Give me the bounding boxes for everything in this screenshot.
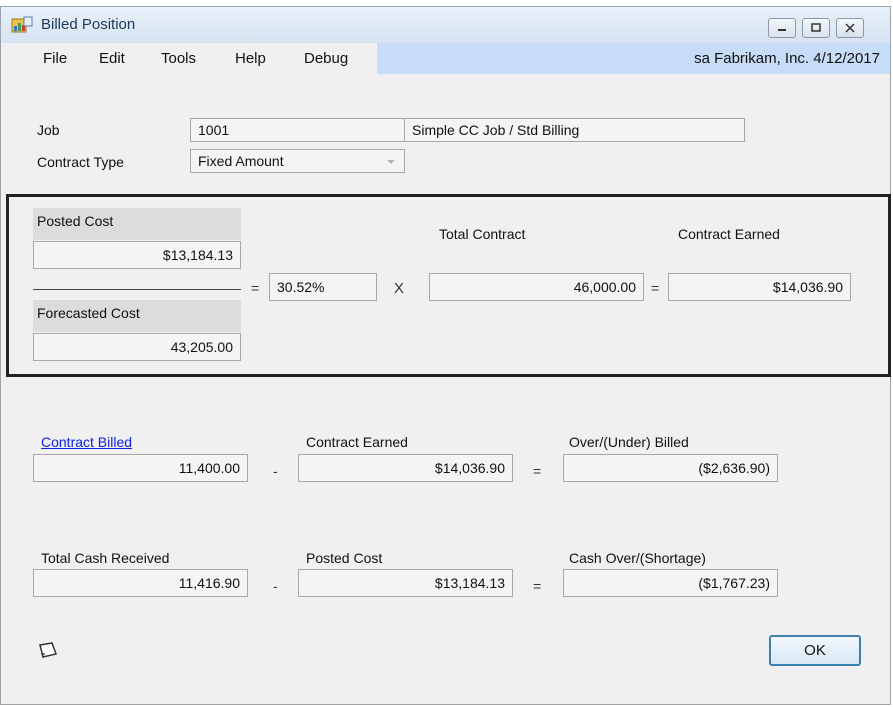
- division-line: [33, 289, 241, 290]
- over-under-billed-field: ($2,636.90): [563, 454, 778, 482]
- minimize-button[interactable]: [768, 18, 796, 38]
- menu-file[interactable]: File: [43, 50, 67, 67]
- forecasted-cost-label: Forecasted Cost: [37, 305, 140, 321]
- posted-cost-label: Posted Cost: [37, 213, 114, 229]
- total-contract-field: 46,000.00: [429, 273, 644, 301]
- total-cash-received-label: Total Cash Received: [41, 550, 170, 566]
- contract-billed-field: 11,400.00: [33, 454, 248, 482]
- contract-type-dropdown[interactable]: Fixed Amount: [190, 149, 405, 173]
- total-cash-received-field: 11,416.90: [33, 569, 248, 597]
- menu-edit[interactable]: Edit: [99, 50, 125, 67]
- contract-type-value: Fixed Amount: [198, 153, 284, 169]
- equals-sign-3: =: [533, 463, 542, 479]
- window-title: Billed Position: [41, 16, 136, 33]
- minimize-icon: [778, 29, 786, 31]
- contract-type-label: Contract Type: [37, 154, 124, 170]
- menu-tools[interactable]: Tools: [161, 50, 196, 67]
- title-bar[interactable]: Billed Position: [1, 7, 890, 43]
- menu-bar: File Edit Tools Help Debug sa Fabrikam, …: [1, 43, 890, 74]
- percent-complete-field: 30.52%: [269, 273, 377, 301]
- close-button[interactable]: [836, 18, 864, 38]
- cash-posted-cost-label: Posted Cost: [306, 550, 383, 566]
- close-icon: [845, 23, 855, 33]
- menu-debug[interactable]: Debug: [304, 50, 348, 67]
- contract-earned-field: $14,036.90: [668, 273, 851, 301]
- chevron-down-icon: [387, 160, 395, 164]
- job-description-field: Simple CC Job / Std Billing: [404, 118, 745, 142]
- total-contract-label: Total Contract: [439, 226, 526, 242]
- minus-sign-2: -: [273, 578, 278, 594]
- maximize-icon: [811, 23, 821, 32]
- cash-posted-cost-field: $13,184.13: [298, 569, 513, 597]
- equals-sign-2: =: [651, 280, 660, 296]
- over-under-billed-label: Over/(Under) Billed: [569, 434, 689, 450]
- menu-help[interactable]: Help: [235, 50, 266, 67]
- job-label: Job: [37, 122, 60, 138]
- ok-button[interactable]: OK: [769, 635, 861, 666]
- equals-sign-4: =: [533, 578, 542, 594]
- note-icon[interactable]: [37, 641, 59, 659]
- session-info: sa Fabrikam, Inc. 4/12/2017: [694, 50, 880, 67]
- billing-contract-earned-field: $14,036.90: [298, 454, 513, 482]
- job-number-field[interactable]: 1001: [190, 118, 405, 142]
- contract-billed-link[interactable]: Contract Billed: [41, 434, 132, 450]
- equals-sign: =: [251, 280, 260, 296]
- cash-over-shortage-label: Cash Over/(Shortage): [569, 550, 706, 566]
- billed-position-window: Billed Position File Edit Tools Help Deb…: [0, 6, 891, 705]
- posted-cost-field: $13,184.13: [33, 241, 241, 269]
- forecasted-cost-field: 43,205.00: [33, 333, 241, 361]
- minus-sign: -: [273, 463, 278, 479]
- billing-contract-earned-label: Contract Earned: [306, 434, 408, 450]
- cash-over-shortage-field: ($1,767.23): [563, 569, 778, 597]
- times-sign: X: [394, 280, 405, 297]
- contract-earned-label: Contract Earned: [678, 226, 780, 242]
- maximize-button[interactable]: [802, 18, 830, 38]
- billed-position-icon: [11, 16, 33, 34]
